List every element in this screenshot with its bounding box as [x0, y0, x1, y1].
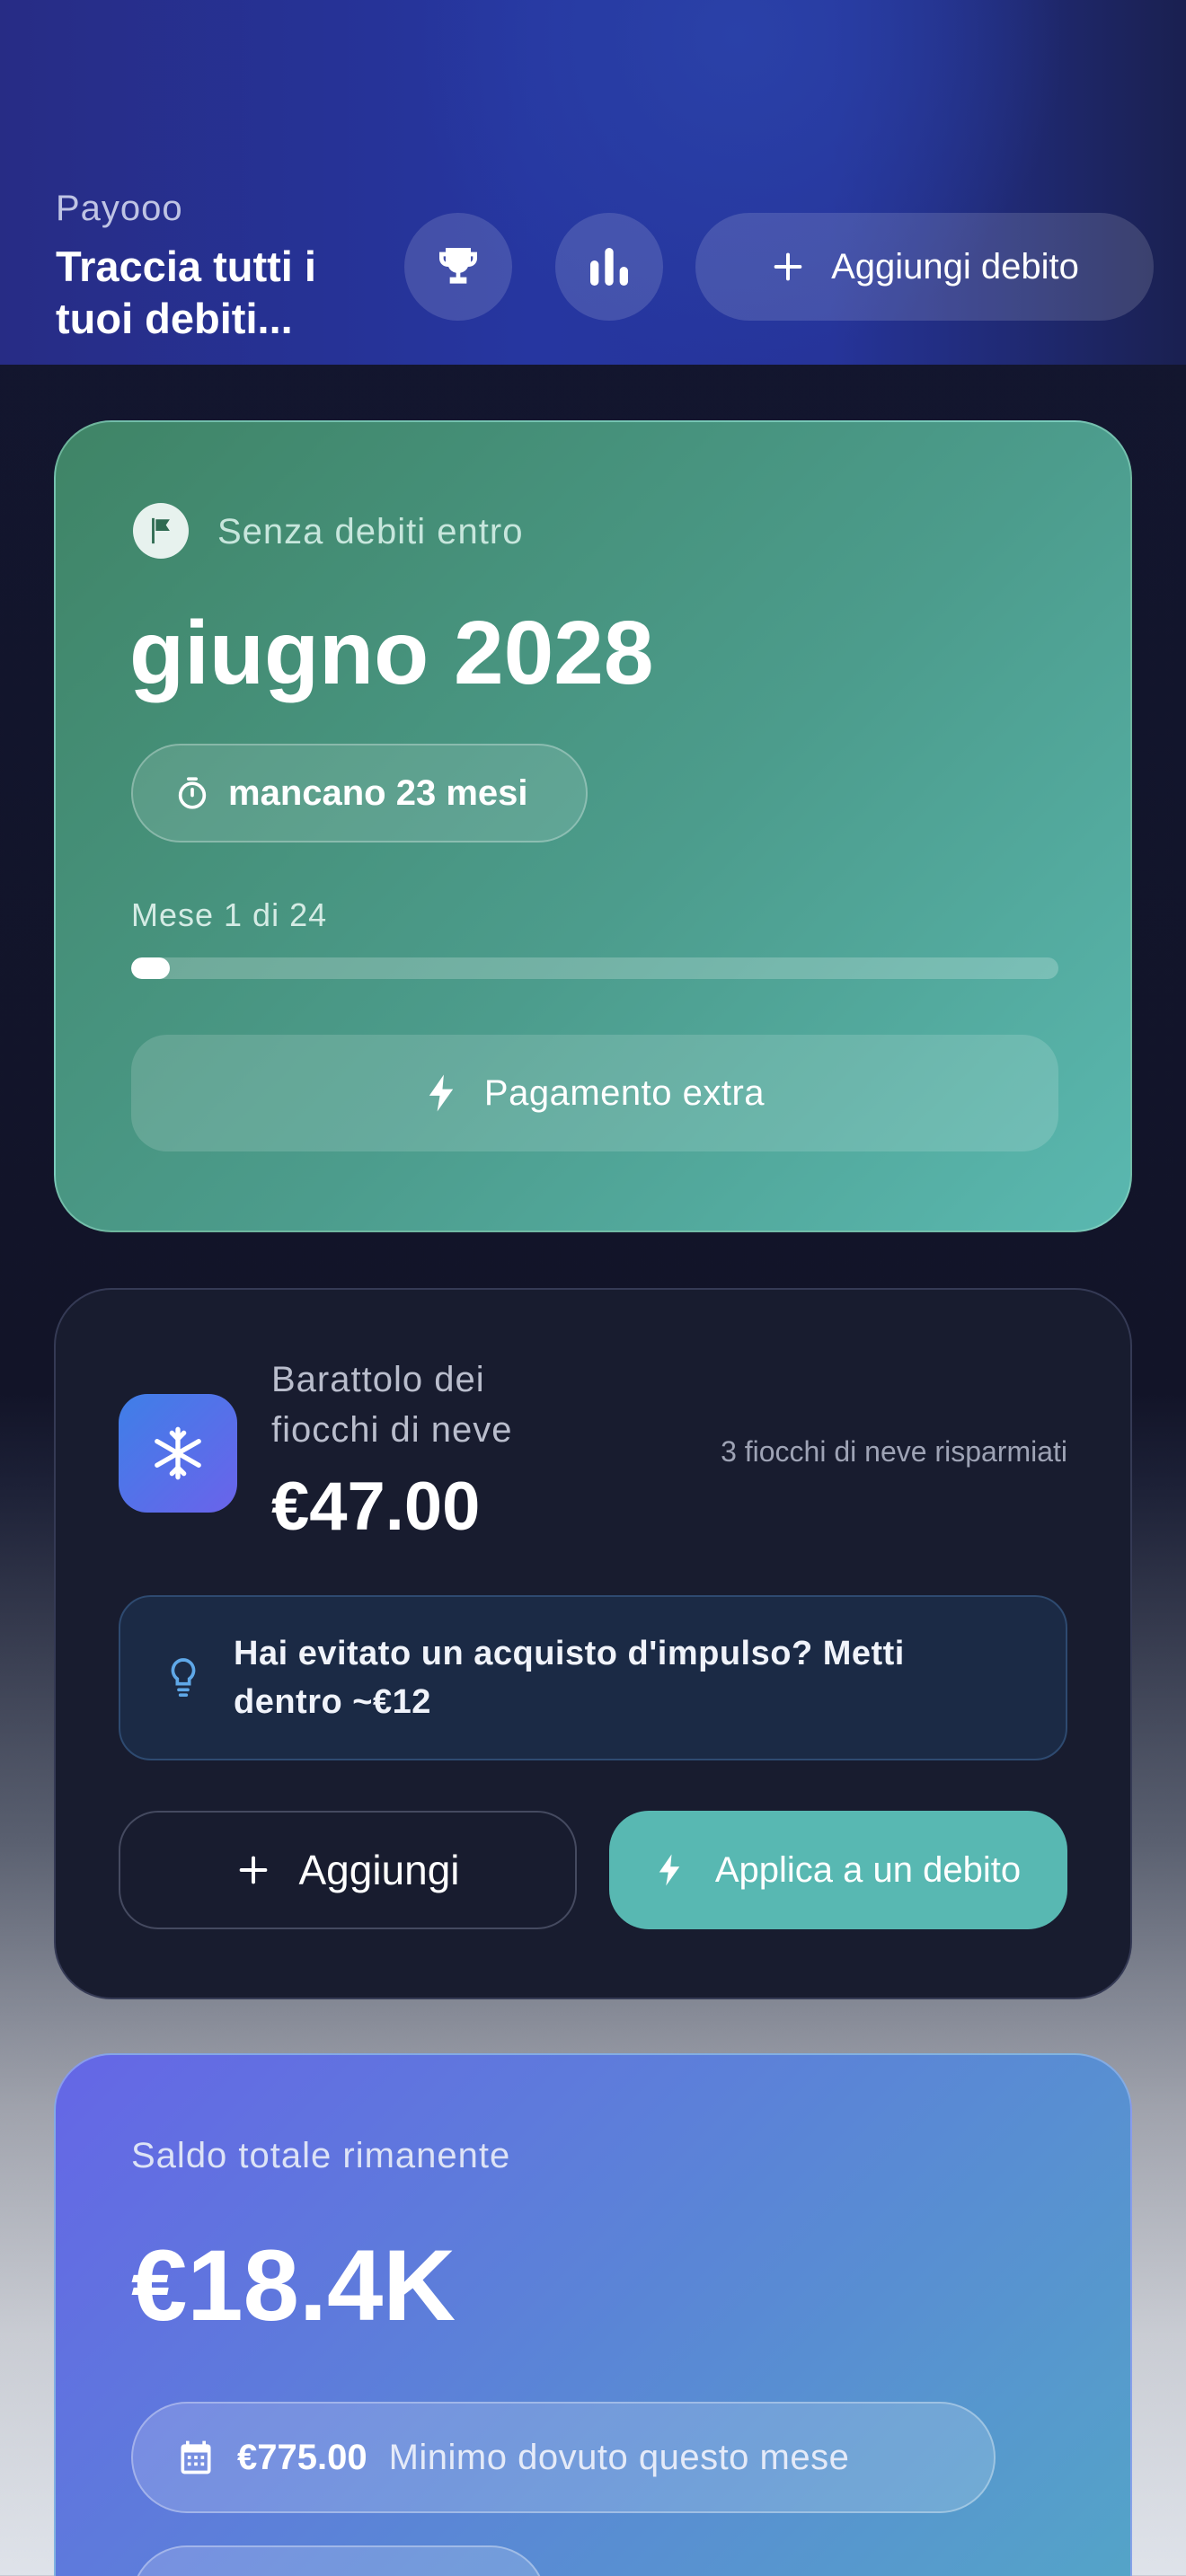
timer-icon — [174, 775, 210, 811]
snowflake-icon — [119, 1394, 237, 1513]
debt-free-card: Senza debiti entro giugno 2028 mancano 2… — [54, 420, 1132, 1232]
extra-payment-button[interactable]: Pagamento extra — [131, 1035, 1058, 1151]
minimum-due-amount: €775.00 — [237, 2437, 367, 2477]
lightning-icon — [656, 1850, 683, 1890]
extra-payment-label: Pagamento extra — [483, 1072, 766, 1113]
minimum-due-label: Minimo dovuto questo mese — [388, 2437, 850, 2477]
add-label: Aggiungi — [298, 1847, 460, 1893]
tip-box: Hai evitato un acquisto d'impulso? Metti… — [119, 1595, 1067, 1760]
jar-amount: €47.00 — [271, 1469, 481, 1545]
lightbulb-icon — [165, 1654, 201, 1701]
lightning-icon — [425, 1073, 457, 1113]
add-to-jar-button[interactable]: Aggiungi — [119, 1811, 577, 1929]
tagline: Traccia tutti i tuoi debiti... — [56, 243, 316, 342]
add-debt-button[interactable]: Aggiungi debito — [695, 213, 1154, 321]
minimum-due-badge: €775.00 Minimo dovuto questo mese — [131, 2402, 996, 2513]
calendar-icon — [176, 2438, 216, 2477]
snowflakes-saved: 3 fiocchi di neve risparmiati — [721, 1435, 1067, 1468]
countdown-text: mancano 23 mesi — [228, 772, 528, 813]
app-name: Payooo — [56, 189, 183, 228]
secondary-badge — [131, 2545, 546, 2576]
trophy-button[interactable] — [404, 213, 512, 321]
plus-icon — [770, 249, 806, 285]
balance-amount: €18.4K — [131, 2229, 456, 2342]
progress-fill — [131, 957, 171, 979]
month-progress-label: Mese 1 di 24 — [131, 896, 328, 933]
debt-free-date: giugno 2028 — [129, 603, 654, 703]
jar-title: Barattolo dei fiocchi di neve — [271, 1360, 513, 1450]
snowflake-jar-card: Barattolo dei fiocchi di neve €47.00 3 f… — [54, 1288, 1132, 1999]
bar-chart-icon — [584, 242, 634, 292]
add-debt-label: Aggiungi debito — [831, 246, 1079, 287]
apply-label: Applica a un debito — [714, 1849, 1022, 1890]
trophy-icon — [433, 242, 483, 292]
debt-free-label: Senza debiti entro — [217, 512, 524, 551]
flag-icon — [133, 503, 189, 559]
header: Payooo Traccia tutti i tuoi debiti... Ag… — [0, 0, 1186, 365]
tip-text: Hai evitato un acquisto d'impulso? Metti… — [234, 1635, 905, 1721]
countdown-badge: mancano 23 mesi — [131, 744, 588, 842]
apply-to-debt-button[interactable]: Applica a un debito — [609, 1811, 1067, 1929]
balance-label: Saldo totale rimanente — [131, 2136, 511, 2175]
plus-icon — [235, 1852, 271, 1888]
balance-card: Saldo totale rimanente €18.4K €775.00 Mi… — [54, 2053, 1132, 2576]
stats-button[interactable] — [555, 213, 663, 321]
progress-bar — [131, 957, 1058, 979]
